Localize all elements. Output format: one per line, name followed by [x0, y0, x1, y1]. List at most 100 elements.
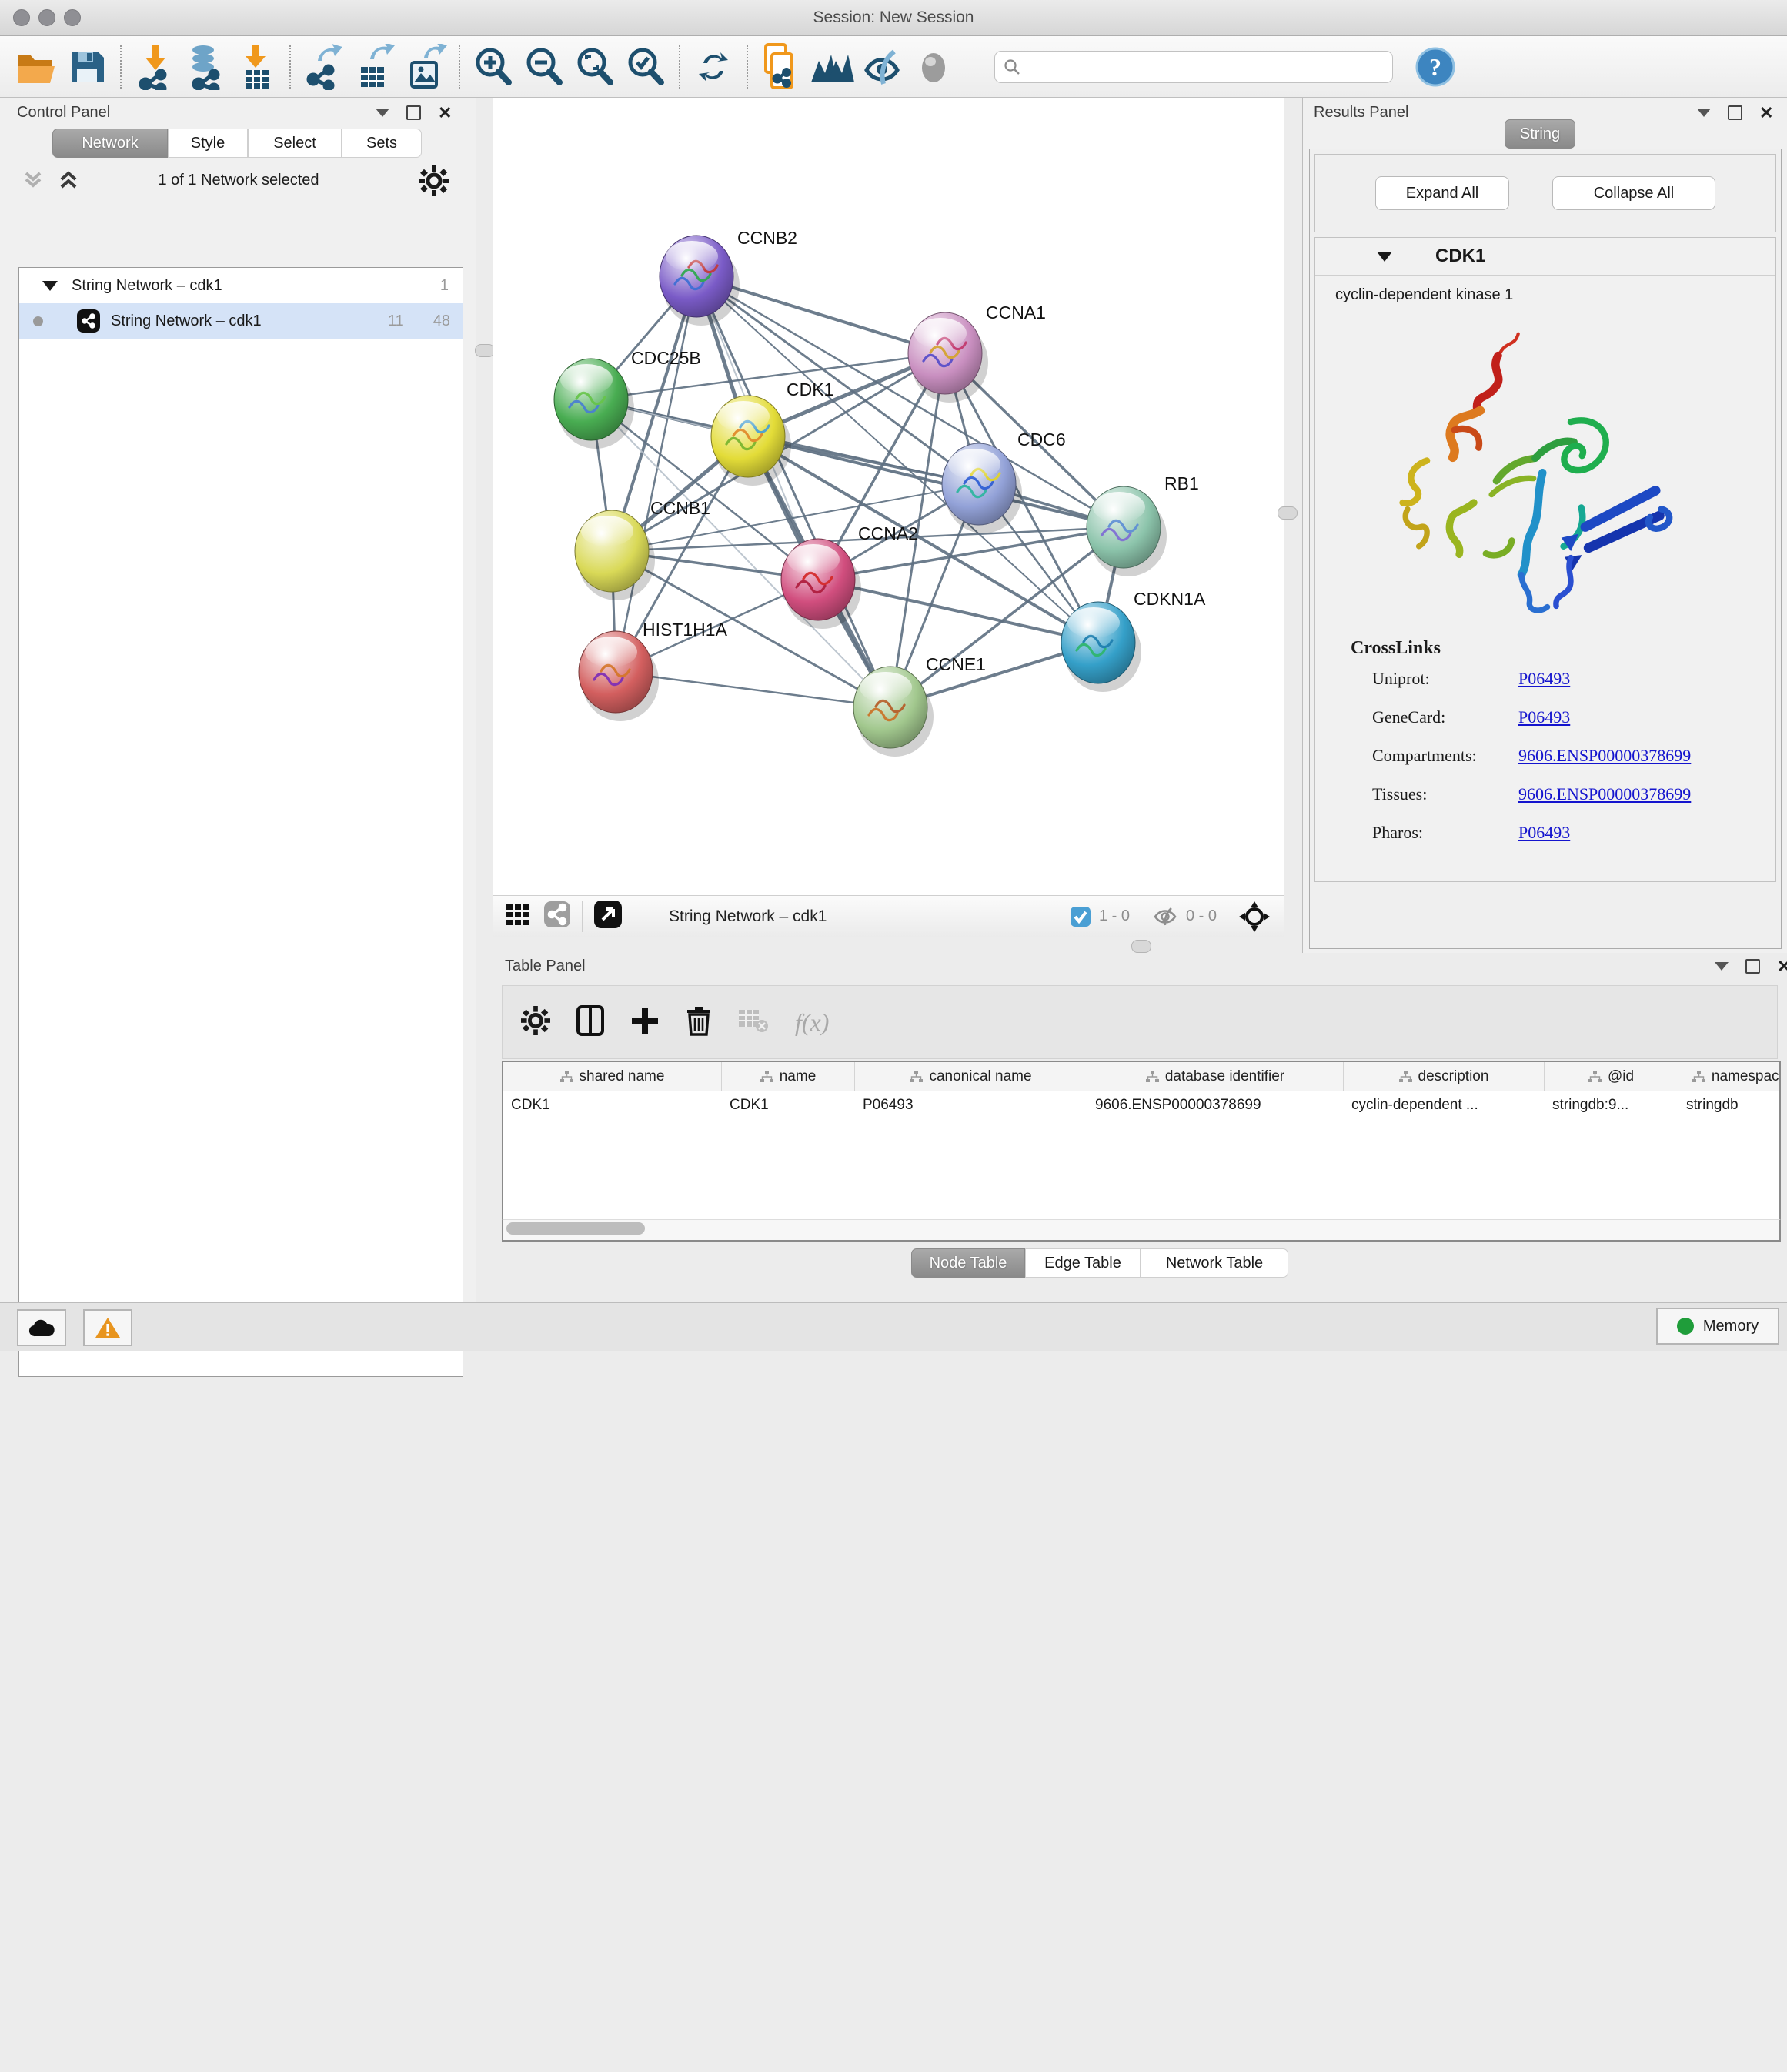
memory-button[interactable]: Memory [1656, 1308, 1779, 1345]
zoom-fit-icon[interactable] [570, 42, 620, 92]
crosslink-value[interactable]: P06493 [1518, 669, 1570, 689]
table-hscrollbar-thumb[interactable] [506, 1222, 645, 1235]
first-neighbors-icon[interactable] [807, 42, 857, 92]
close-panel-icon[interactable]: ✕ [438, 107, 452, 119]
column-header-namespace[interactable]: namespace [1678, 1062, 1781, 1091]
help-icon[interactable]: ? [1410, 42, 1461, 92]
show-columns-icon[interactable] [576, 1005, 604, 1040]
close-panel-icon[interactable]: ✕ [1777, 961, 1787, 972]
export-image-icon[interactable] [400, 42, 451, 92]
column-header-name[interactable]: name [722, 1062, 855, 1091]
table-settings-gear-icon[interactable] [521, 1006, 550, 1039]
node-CDC25B[interactable] [554, 359, 634, 449]
column-header-canonical-name[interactable]: canonical name [855, 1062, 1087, 1091]
network-canvas[interactable]: CCNB2CCNA1CDC25BCDK1CDC6RB1CCNB1CCNA2CDK… [493, 98, 1284, 895]
node-label-CDC25B: CDC25B [631, 348, 701, 368]
collapse-all-icon[interactable] [20, 169, 46, 196]
save-session-icon[interactable] [62, 42, 112, 92]
node-HIST1H1A[interactable] [579, 631, 659, 721]
string-view-icon[interactable] [543, 901, 571, 932]
import-network-from-file-icon[interactable] [129, 42, 180, 92]
crosslink-value[interactable]: P06493 [1518, 823, 1570, 843]
cloud-button[interactable] [17, 1309, 66, 1346]
crosslink-value[interactable]: 9606.ENSP00000378699 [1518, 746, 1691, 766]
collapse-all-button[interactable]: Collapse All [1552, 176, 1715, 210]
cell-namespace[interactable]: stringdb [1678, 1091, 1781, 1119]
close-panel-icon[interactable]: ✕ [1759, 107, 1773, 119]
maximize-panel-icon[interactable] [1745, 959, 1760, 974]
new-network-from-selection-icon[interactable] [756, 42, 807, 92]
show-all-icon[interactable] [908, 42, 959, 92]
cell-@id[interactable]: stringdb:9... [1545, 1091, 1678, 1119]
delete-column-icon[interactable] [686, 1005, 712, 1040]
right-splitter-handle[interactable] [1278, 506, 1298, 520]
table-row[interactable]: CDK1CDK1P064939606.ENSP00000378699cyclin… [503, 1091, 1779, 1119]
node-CCNA2[interactable] [781, 539, 861, 629]
edge-CCNB2-CCNE1[interactable] [696, 276, 890, 707]
open-session-icon[interactable] [11, 42, 62, 92]
tab-select[interactable]: Select [248, 129, 342, 158]
table-panel-window-controls: ✕ [1715, 959, 1787, 974]
collection-expander-icon[interactable] [42, 281, 58, 291]
refresh-layout-icon[interactable] [688, 42, 739, 92]
hide-selected-icon[interactable] [857, 42, 908, 92]
tab-style[interactable]: Style [168, 129, 248, 158]
tab-node-table[interactable]: Node Table [911, 1248, 1025, 1278]
tab-sets[interactable]: Sets [342, 129, 422, 158]
crosslink-value[interactable]: P06493 [1518, 707, 1570, 727]
node-CCNE1[interactable] [853, 667, 934, 757]
node-CCNA1[interactable] [908, 312, 988, 403]
float-panel-icon[interactable] [1715, 962, 1729, 971]
cell-name[interactable]: CDK1 [722, 1091, 855, 1119]
cell-description[interactable]: cyclin-dependent ... [1344, 1091, 1545, 1119]
import-network-from-database-icon[interactable] [180, 42, 231, 92]
hidden-eye-icon[interactable] [1152, 906, 1178, 927]
tab-edge-table[interactable]: Edge Table [1025, 1248, 1141, 1278]
expand-all-button[interactable]: Expand All [1375, 176, 1509, 210]
column-header-label: canonical name [929, 1068, 1031, 1085]
maximize-panel-icon[interactable] [406, 105, 421, 120]
tab-network[interactable]: Network [52, 129, 168, 158]
column-header-shared-name[interactable]: shared name [503, 1062, 722, 1091]
grid-view-icon[interactable] [505, 901, 531, 931]
zoom-selected-icon[interactable] [620, 42, 671, 92]
node-CDKN1A[interactable] [1061, 602, 1141, 692]
column-header-description[interactable]: description [1344, 1062, 1545, 1091]
gene-section-header[interactable]: CDK1 [1315, 238, 1775, 276]
network-collection-row[interactable]: String Network – cdk1 1 [19, 268, 463, 303]
float-panel-icon[interactable] [376, 109, 389, 117]
detach-view-icon[interactable] [593, 900, 623, 933]
crosslink-value[interactable]: 9606.ENSP00000378699 [1518, 784, 1691, 804]
selected-checkbox-icon[interactable] [1070, 906, 1091, 927]
node-CCNB2[interactable] [660, 236, 740, 326]
maximize-panel-icon[interactable] [1728, 105, 1742, 120]
zoom-in-icon[interactable] [468, 42, 519, 92]
node-CDC6[interactable] [942, 443, 1022, 533]
expand-all-icon[interactable] [55, 169, 82, 196]
warning-button[interactable] [83, 1309, 132, 1346]
birdseye-crosshair-icon[interactable] [1239, 901, 1270, 932]
export-network-icon[interactable] [299, 42, 349, 92]
bottom-splitter-handle[interactable] [1131, 940, 1151, 953]
node-CDK1[interactable] [711, 396, 791, 486]
import-table-from-file-icon[interactable] [231, 42, 282, 92]
table-hscrollbar[interactable] [502, 1219, 1781, 1242]
cell-canonical-name[interactable]: P06493 [855, 1091, 1087, 1119]
tab-network-table[interactable]: Network Table [1141, 1248, 1288, 1278]
search-input[interactable] [994, 51, 1393, 83]
node-RB1[interactable] [1087, 486, 1167, 576]
add-column-icon[interactable] [630, 1006, 660, 1039]
cell-database-identifier[interactable]: 9606.ENSP00000378699 [1087, 1091, 1344, 1119]
export-table-icon[interactable] [349, 42, 400, 92]
cell-shared-name[interactable]: CDK1 [503, 1091, 722, 1119]
column-header-database-identifier[interactable]: database identifier [1087, 1062, 1344, 1091]
section-expander-icon[interactable] [1377, 252, 1392, 262]
column-header-@id[interactable]: @id [1545, 1062, 1678, 1091]
zoom-out-icon[interactable] [519, 42, 570, 92]
network-row[interactable]: String Network – cdk1 11 48 [19, 303, 463, 339]
search-input-field[interactable] [1021, 58, 1363, 76]
float-panel-icon[interactable] [1697, 109, 1711, 117]
network-options-gear-icon[interactable] [419, 165, 449, 200]
node-table[interactable]: shared namename canonical name database id… [502, 1061, 1781, 1239]
tab-string[interactable]: String [1505, 119, 1575, 149]
